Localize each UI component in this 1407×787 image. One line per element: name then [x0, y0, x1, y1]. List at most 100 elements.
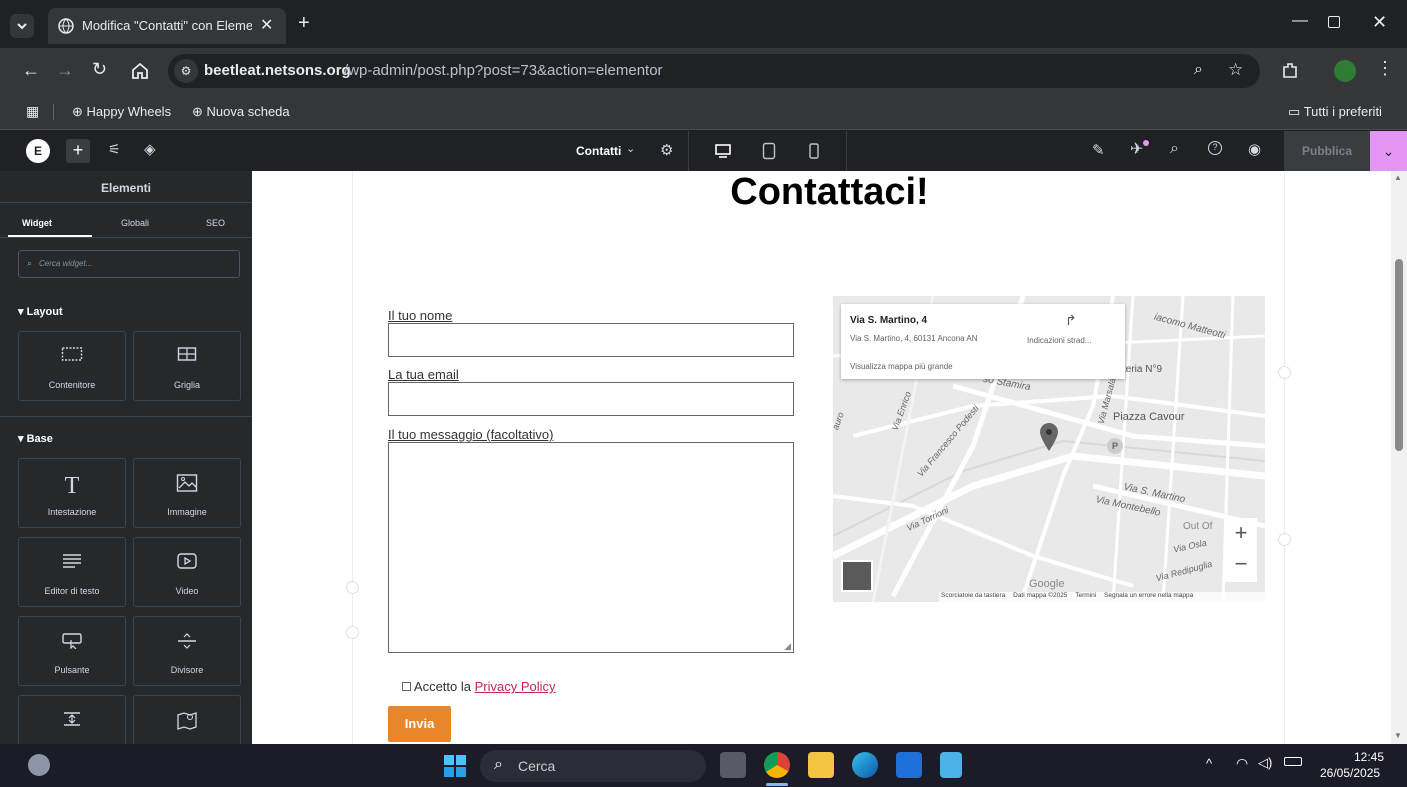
directions-link[interactable]: Indicazioni strad... — [1027, 336, 1091, 345]
widget-google-maps[interactable] — [133, 695, 241, 744]
forward-icon[interactable]: → — [56, 60, 74, 81]
widget-heading[interactable]: T Intestazione — [18, 458, 126, 528]
reload-icon[interactable]: ↻ — [92, 59, 107, 80]
taskbar-search[interactable]: ⌕ Cerca — [480, 750, 706, 782]
zoom-icon[interactable]: ⌕ — [1194, 61, 1203, 79]
tab-close-icon[interactable]: ✕ — [260, 15, 273, 35]
address-bar[interactable]: ⚙ beetleat.netsons.org /wp-admin/post.ph… — [168, 54, 1260, 88]
bookmark-label: Nuova scheda — [206, 104, 290, 119]
back-icon[interactable]: ← — [22, 60, 40, 81]
email-input[interactable] — [388, 382, 794, 416]
globe-icon: ⊕ — [192, 104, 203, 119]
browser-tab[interactable]: Modifica "Contatti" con Elemen ✕ — [48, 8, 286, 44]
scroll-down-icon[interactable]: ▼ — [1394, 731, 1402, 740]
new-tab-button[interactable]: + — [298, 12, 310, 35]
widget-search-input[interactable]: ⌕ Cerca widget... — [18, 250, 240, 278]
scrollbar-thumb[interactable] — [1395, 259, 1403, 451]
tab-seo[interactable]: SEO — [206, 218, 225, 228]
keyboard-shortcuts-link[interactable]: Scorciatoie da tastiera — [941, 592, 1005, 599]
satellite-toggle[interactable] — [841, 560, 873, 592]
bookmark-nuova-scheda[interactable]: ⊕ Nuova scheda — [192, 104, 290, 120]
tab-globali[interactable]: Globali — [121, 218, 149, 228]
widget-spacer[interactable] — [18, 695, 126, 744]
widget-video[interactable]: Video — [133, 537, 241, 607]
report-error-link[interactable]: Segnala un errore nella mappa — [1104, 592, 1193, 599]
preview-icon[interactable]: ◉ — [1248, 140, 1261, 158]
elementor-logo[interactable]: E — [26, 139, 50, 163]
file-explorer-icon[interactable] — [808, 752, 834, 778]
profile-avatar[interactable] — [1334, 60, 1356, 82]
search-icon[interactable]: ⌕ — [1170, 140, 1179, 158]
drop-handle[interactable] — [1278, 366, 1291, 379]
volume-icon[interactable]: ◁) — [1258, 755, 1272, 771]
minimize-icon[interactable]: — — [1292, 12, 1308, 30]
drop-handle[interactable] — [346, 626, 359, 639]
publish-options-button[interactable]: ⌄ — [1370, 131, 1407, 171]
desktop-icon[interactable] — [714, 143, 732, 159]
privacy-checkbox[interactable] — [402, 682, 411, 691]
structure-icon[interactable]: ◈ — [144, 140, 156, 158]
window-close-icon[interactable]: ✕ — [1372, 12, 1387, 33]
clock-date[interactable]: 26/05/2025 — [1320, 766, 1380, 780]
section-layout-header[interactable]: ▾ Layout — [18, 305, 63, 318]
privacy-link[interactable]: Privacy Policy — [475, 679, 556, 694]
bookmark-happy-wheels[interactable]: ⊕ Happy Wheels — [72, 104, 171, 120]
page-heading[interactable]: Contattaci! — [252, 171, 1407, 214]
view-larger-map-link[interactable]: Visualizza mappa più grande — [850, 362, 953, 371]
task-view-icon[interactable] — [720, 752, 746, 778]
clock-time[interactable]: 12:45 — [1354, 750, 1384, 764]
scrollbar-track[interactable] — [1391, 171, 1407, 744]
widget-divider[interactable]: Divisore — [133, 616, 241, 686]
site-info-icon[interactable]: ⚙ — [174, 59, 198, 83]
scroll-up-icon[interactable]: ▲ — [1394, 173, 1402, 182]
widget-text-editor[interactable]: Editor di testo — [18, 537, 126, 607]
drop-handle[interactable] — [346, 581, 359, 594]
mobile-icon[interactable] — [808, 143, 820, 159]
add-element-button[interactable]: + — [66, 139, 90, 163]
widget-image[interactable]: Immagine — [133, 458, 241, 528]
terms-link[interactable]: Termini — [1075, 592, 1096, 599]
apps-icon[interactable]: ▦ — [26, 103, 39, 120]
section-base-header[interactable]: ▾ Base — [18, 432, 53, 445]
notepad-icon[interactable] — [940, 752, 962, 778]
tab-search-button[interactable] — [10, 14, 34, 38]
message-textarea[interactable]: ◢ — [388, 442, 794, 653]
page-settings-icon[interactable]: ⚙ — [660, 141, 673, 159]
directions-icon[interactable]: ↱ — [1065, 312, 1077, 329]
zoom-in-button[interactable]: + — [1225, 518, 1257, 550]
chevron-down-icon[interactable]: ⌄ — [626, 142, 635, 155]
tablet-icon[interactable] — [762, 142, 776, 160]
widget-grid[interactable]: Griglia — [133, 331, 241, 401]
google-map[interactable]: iacomo Matteotti teria N°9 so Stamira Pi… — [833, 296, 1265, 602]
edge-icon[interactable] — [852, 752, 878, 778]
name-input[interactable] — [388, 323, 794, 357]
battery-icon[interactable] — [1284, 757, 1302, 766]
widget-container[interactable]: Contenitore — [18, 331, 126, 401]
star-icon[interactable]: ☆ — [1228, 60, 1243, 80]
restore-icon[interactable] — [1328, 16, 1340, 28]
home-icon[interactable] — [130, 61, 150, 81]
start-icon[interactable] — [443, 754, 467, 778]
store-icon[interactable] — [896, 752, 922, 778]
page-name[interactable]: Contatti — [576, 144, 621, 158]
chrome-icon[interactable] — [764, 752, 790, 778]
wifi-icon[interactable]: ◠ — [1236, 755, 1248, 772]
submit-button[interactable]: Invia — [388, 706, 451, 742]
site-settings-icon[interactable]: ⚟ — [108, 141, 121, 158]
all-bookmarks[interactable]: ▭ Tutti i preferiti — [1288, 104, 1382, 120]
publish-button[interactable]: Pubblica — [1284, 131, 1370, 171]
zoom-out-button[interactable]: − — [1225, 550, 1257, 582]
extensions-icon[interactable] — [1280, 61, 1300, 81]
resize-handle-icon[interactable]: ◢ — [784, 641, 791, 652]
privacy-consent[interactable]: Accetto la Privacy Policy — [402, 679, 556, 694]
browser-tab-bar: Modifica "Contatti" con Elemen ✕ + — ✕ — [0, 0, 1407, 48]
drop-handle[interactable] — [1278, 533, 1291, 546]
weather-icon[interactable] — [28, 754, 50, 776]
menu-icon[interactable]: ⋮ — [1376, 58, 1394, 79]
brush-icon[interactable]: ✎ — [1092, 141, 1105, 159]
widget-button[interactable]: Pulsante — [18, 616, 126, 686]
help-icon[interactable]: ? — [1208, 141, 1222, 155]
tab-widget[interactable]: Widget — [22, 218, 52, 228]
notifications-icon[interactable]: ✈ — [1130, 139, 1143, 159]
tray-chevron-icon[interactable]: ^ — [1206, 756, 1212, 771]
